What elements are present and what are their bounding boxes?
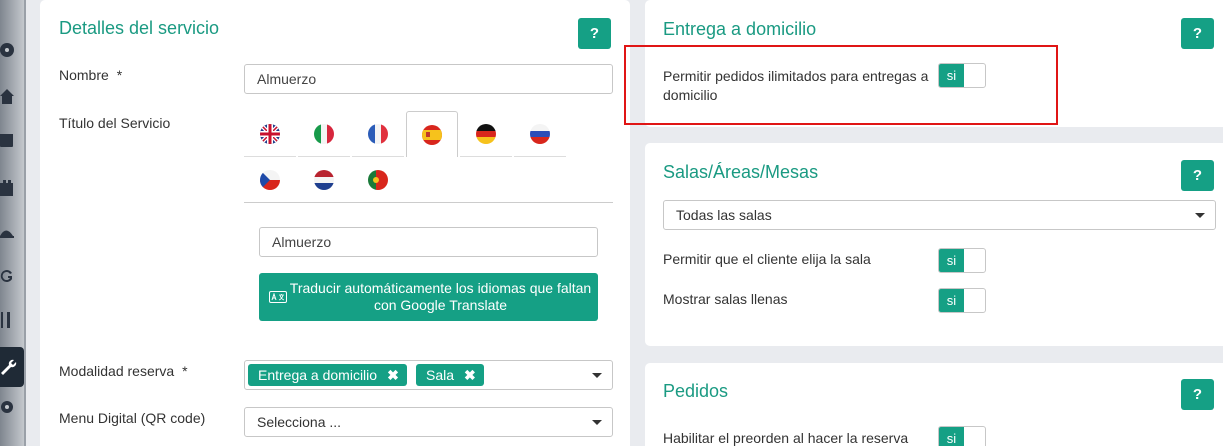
translate-icon [269, 291, 287, 303]
rooms-select-value: Todas las salas [676, 207, 772, 223]
tab-language-es[interactable] [406, 111, 458, 157]
tab-language-de[interactable] [460, 111, 512, 157]
sidebar-active-item[interactable] [0, 347, 24, 387]
name-required-mark: * [116, 67, 123, 83]
booking-mode-label-text: Modalidad reserva [59, 363, 175, 379]
tab-language-en[interactable] [244, 111, 296, 157]
remove-tag-icon[interactable]: ✖ [387, 367, 399, 384]
language-tabs-divider [244, 202, 613, 203]
gear-icon[interactable] [0, 395, 22, 419]
google-translate-button-label: Traducir automáticamente los idiomas que… [289, 280, 592, 313]
tab-language-nl[interactable] [298, 157, 350, 203]
google-icon[interactable] [0, 264, 22, 288]
show-full-rooms-toggle[interactable]: si [938, 288, 986, 313]
netherlands-flag-icon [314, 170, 334, 190]
name-label: Nombre * [59, 67, 122, 83]
tab-language-cs[interactable] [244, 157, 296, 203]
orders-panel: Pedidos ? Habilitar el preorden al hacer… [645, 363, 1223, 446]
digital-menu-label: Menu Digital (QR code) [59, 410, 206, 426]
cloche-icon[interactable] [0, 220, 22, 244]
chevron-down-icon [592, 373, 602, 378]
tab-language-pt[interactable] [352, 157, 404, 203]
name-input[interactable]: Almuerzo [244, 64, 613, 94]
tab-language-it[interactable] [298, 111, 350, 157]
toggle-on-label: si [939, 289, 964, 312]
booking-mode-tag-room: Sala ✖ [416, 364, 484, 386]
name-label-text: Nombre [59, 67, 109, 83]
wrench-icon [0, 355, 22, 379]
chevron-down-icon [592, 420, 602, 425]
booking-mode-tag-delivery: Entrega a domicilio ✖ [248, 364, 407, 386]
germany-flag-icon [476, 123, 496, 144]
rooms-select[interactable]: Todas las salas [663, 200, 1216, 230]
toggle-on-label: si [939, 249, 964, 272]
booking-mode-label: Modalidad reserva * [59, 363, 188, 379]
building-icon[interactable] [0, 176, 22, 200]
rooms-help-button[interactable]: ? [1181, 160, 1214, 191]
booking-mode-required-mark: * [182, 363, 188, 379]
utensils-icon[interactable] [0, 308, 22, 332]
service-details-help-button[interactable]: ? [578, 18, 611, 49]
tag-label: Entrega a domicilio [258, 367, 378, 383]
tab-language-ru[interactable] [514, 111, 566, 157]
orders-title: Pedidos [663, 381, 729, 401]
portugal-flag-icon [368, 170, 388, 190]
sidebar [0, 0, 26, 446]
remove-tag-icon[interactable]: ✖ [464, 367, 476, 384]
france-flag-icon [368, 123, 388, 144]
italy-flag-icon [314, 123, 334, 144]
digital-menu-select[interactable]: Selecciona ... [244, 407, 613, 437]
booking-mode-select[interactable]: Entrega a domicilio ✖ Sala ✖ [244, 360, 613, 390]
tab-language-fr[interactable] [352, 111, 404, 157]
service-title-input[interactable]: Almuerzo [259, 227, 598, 257]
digital-menu-value: Selecciona ... [257, 414, 342, 430]
rooms-title: Salas/Áreas/Mesas [663, 162, 819, 182]
chevron-down-icon [1195, 213, 1205, 218]
delivery-title: Entrega a domicilio [663, 19, 817, 39]
service-details-title: Detalles del servicio [59, 18, 220, 38]
google-translate-button[interactable]: Traducir automáticamente los idiomas que… [259, 273, 598, 321]
choose-room-label: Permitir que el cliente elija la sala [663, 251, 871, 267]
toggle-on-label: si [939, 427, 964, 446]
spain-flag-icon [422, 124, 442, 145]
service-title-label: Título del Servicio [59, 115, 171, 131]
preorder-toggle[interactable]: si [938, 426, 986, 446]
tag-label: Sala [426, 367, 455, 383]
calendar-icon[interactable] [0, 128, 22, 152]
home-icon[interactable] [0, 84, 22, 108]
czech-flag-icon [260, 170, 280, 190]
show-full-rooms-label: Mostrar salas llenas [663, 291, 788, 307]
orders-help-button[interactable]: ? [1181, 379, 1214, 410]
choose-room-toggle[interactable]: si [938, 248, 986, 273]
russia-flag-icon [530, 123, 550, 144]
preorder-label: Habilitar el preorden al hacer la reserv… [663, 430, 909, 446]
delivery-help-button[interactable]: ? [1181, 18, 1214, 49]
rooms-panel: Salas/Áreas/Mesas ? Todas las salas Perm… [645, 143, 1223, 346]
dashboard-icon[interactable] [0, 38, 22, 62]
uk-flag-icon [260, 123, 280, 144]
highlight-box [624, 45, 1058, 125]
